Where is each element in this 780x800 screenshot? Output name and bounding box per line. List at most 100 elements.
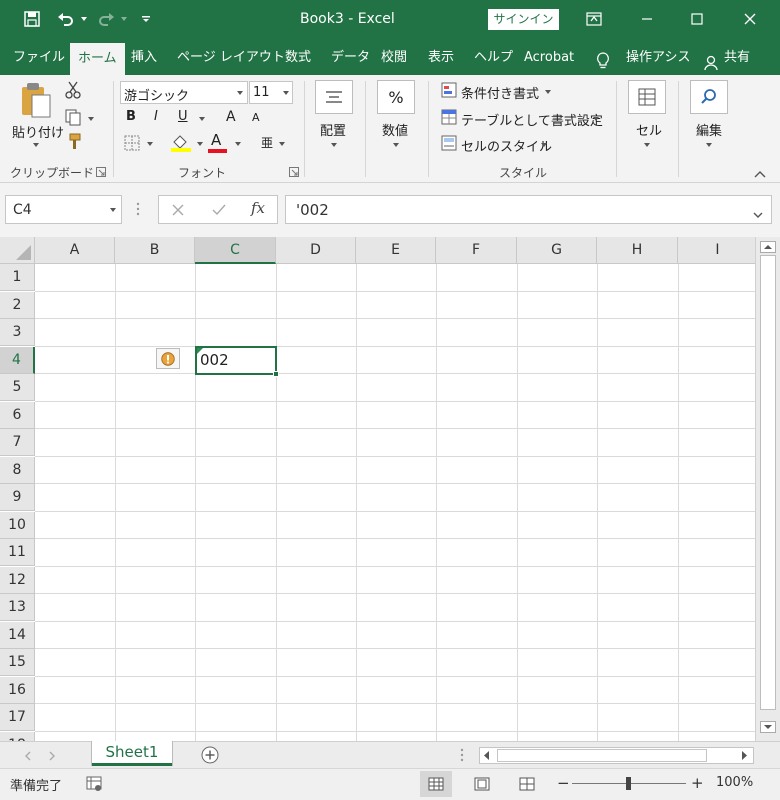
row-header-15[interactable]: 15 xyxy=(0,649,35,676)
person-icon[interactable] xyxy=(704,50,718,71)
row-header-2[interactable]: 2 xyxy=(0,292,35,319)
ribbon-display-options-icon[interactable] xyxy=(571,4,617,34)
cancel-entry-icon[interactable] xyxy=(171,203,185,221)
number-format-icon[interactable]: % xyxy=(377,80,415,114)
conditional-format-button[interactable]: 条件付き書式 xyxy=(461,83,539,102)
horizontal-scroll-thumb[interactable] xyxy=(497,749,707,762)
collapse-ribbon-icon[interactable] xyxy=(754,167,766,182)
underline-button[interactable]: U xyxy=(178,109,188,124)
fill-color-icon[interactable] xyxy=(170,133,192,157)
column-header-a[interactable]: A xyxy=(35,237,115,264)
underline-dropdown-icon[interactable] xyxy=(199,117,205,121)
row-header-6[interactable]: 6 xyxy=(0,402,35,429)
zoom-level[interactable]: 100% xyxy=(716,775,753,790)
editing-button[interactable]: 編集 xyxy=(696,120,722,139)
insert-function-button[interactable]: fx xyxy=(251,199,265,217)
fill-handle[interactable] xyxy=(273,371,279,377)
column-header-d[interactable]: D xyxy=(276,237,356,264)
sheet-tab-sheet1[interactable]: Sheet1 xyxy=(92,741,172,766)
row-header-5[interactable]: 5 xyxy=(0,374,35,401)
tab-file[interactable]: ファイル xyxy=(13,40,65,75)
tab-share[interactable]: 共有 xyxy=(724,40,750,75)
cells-dropdown-icon[interactable] xyxy=(644,143,650,147)
column-header-f[interactable]: F xyxy=(436,237,517,264)
font-name-select[interactable]: 游ゴシック xyxy=(120,81,248,104)
alignment-button[interactable]: 配置 xyxy=(320,120,346,139)
tab-data[interactable]: データ xyxy=(331,40,370,75)
tab-help[interactable]: ヘルプ xyxy=(474,40,513,75)
row-header-10[interactable]: 10 xyxy=(0,512,35,539)
copy-dropdown-icon[interactable] xyxy=(88,117,94,121)
zoom-out-button[interactable]: − xyxy=(557,774,570,792)
sheet-prev-icon[interactable] xyxy=(24,750,32,765)
cell-styles-icon[interactable] xyxy=(441,135,457,155)
phonetic-button[interactable]: 亜 xyxy=(261,134,273,151)
search-icon[interactable] xyxy=(690,80,728,114)
active-cell-c4[interactable]: 002 xyxy=(195,346,279,377)
close-icon[interactable] xyxy=(727,4,773,34)
page-break-preview-icon[interactable] xyxy=(519,777,535,795)
phonetic-dropdown-icon[interactable] xyxy=(279,142,285,146)
row-header-16[interactable]: 16 xyxy=(0,677,35,704)
font-size-select[interactable]: 11 xyxy=(249,81,293,104)
tab-split-handle[interactable] xyxy=(460,747,464,767)
borders-icon[interactable] xyxy=(124,135,140,155)
maximize-icon[interactable] xyxy=(674,4,720,34)
scroll-thumb[interactable] xyxy=(760,255,776,710)
tab-view[interactable]: 表示 xyxy=(428,40,454,75)
undo-icon[interactable] xyxy=(54,8,78,30)
shrink-font-button[interactable]: A xyxy=(252,111,260,124)
row-header-13[interactable]: 13 xyxy=(0,594,35,621)
lightbulb-icon[interactable] xyxy=(596,49,610,69)
row-header-12[interactable]: 12 xyxy=(0,567,35,594)
format-as-table-button[interactable]: テーブルとして書式設定 xyxy=(461,110,603,129)
redo-dropdown-icon[interactable] xyxy=(118,8,130,30)
row-header-7[interactable]: 7 xyxy=(0,429,35,456)
format-painter-icon[interactable] xyxy=(64,133,82,155)
worksheet-grid[interactable]: A B C D E F G H I 1 2 3 4 5 6 7 8 9 10 1… xyxy=(0,237,755,741)
minimize-icon[interactable] xyxy=(624,4,670,34)
horizontal-scrollbar[interactable] xyxy=(479,747,754,764)
confirm-entry-icon[interactable] xyxy=(211,203,227,221)
cut-icon[interactable] xyxy=(64,81,82,103)
cells-button[interactable]: セル xyxy=(636,120,662,139)
number-button[interactable]: 数値 xyxy=(382,120,408,139)
row-header-8[interactable]: 8 xyxy=(0,457,35,484)
zoom-slider-thumb[interactable] xyxy=(626,777,631,790)
format-as-table-icon[interactable] xyxy=(441,109,457,129)
column-header-b[interactable]: B xyxy=(115,237,195,264)
add-sheet-icon[interactable] xyxy=(201,746,219,768)
tab-insert[interactable]: 挿入 xyxy=(131,40,157,75)
row-header-17[interactable]: 17 xyxy=(0,704,35,731)
sheet-next-icon[interactable] xyxy=(48,750,56,765)
paste-icon[interactable] xyxy=(20,81,52,123)
name-box[interactable]: C4 xyxy=(5,195,122,224)
row-header-9[interactable]: 9 xyxy=(0,484,35,511)
customize-toolbar-icon[interactable] xyxy=(138,8,154,30)
copy-icon[interactable] xyxy=(64,108,82,130)
select-all-corner[interactable] xyxy=(0,237,35,264)
scroll-right-icon[interactable] xyxy=(739,750,749,765)
cell-styles-button[interactable]: セルのスタイル xyxy=(461,136,552,155)
redo-icon[interactable] xyxy=(94,8,118,30)
row-header-4[interactable]: 4 xyxy=(0,347,35,374)
tab-tell-me[interactable]: 操作アシス xyxy=(626,40,690,75)
italic-button[interactable]: I xyxy=(154,109,158,124)
column-header-e[interactable]: E xyxy=(356,237,436,264)
cells-icon[interactable] xyxy=(628,80,666,114)
number-dropdown-icon[interactable] xyxy=(393,143,399,147)
column-header-i[interactable]: I xyxy=(678,237,755,264)
alignment-icon[interactable] xyxy=(315,80,353,114)
font-color-button[interactable]: A xyxy=(211,131,221,149)
borders-dropdown-icon[interactable] xyxy=(147,142,153,146)
tab-review[interactable]: 校閲 xyxy=(381,40,407,75)
tab-formulas[interactable]: 数式 xyxy=(285,40,311,75)
expand-formula-icon[interactable] xyxy=(753,205,763,223)
column-header-g[interactable]: G xyxy=(517,237,597,264)
vertical-scrollbar[interactable] xyxy=(755,237,780,741)
grow-font-button[interactable]: A xyxy=(226,109,236,125)
signin-button[interactable]: サインイン xyxy=(488,9,559,30)
font-color-dropdown-icon[interactable] xyxy=(235,142,241,146)
bold-button[interactable]: B xyxy=(126,109,136,124)
macro-record-icon[interactable] xyxy=(86,776,102,796)
